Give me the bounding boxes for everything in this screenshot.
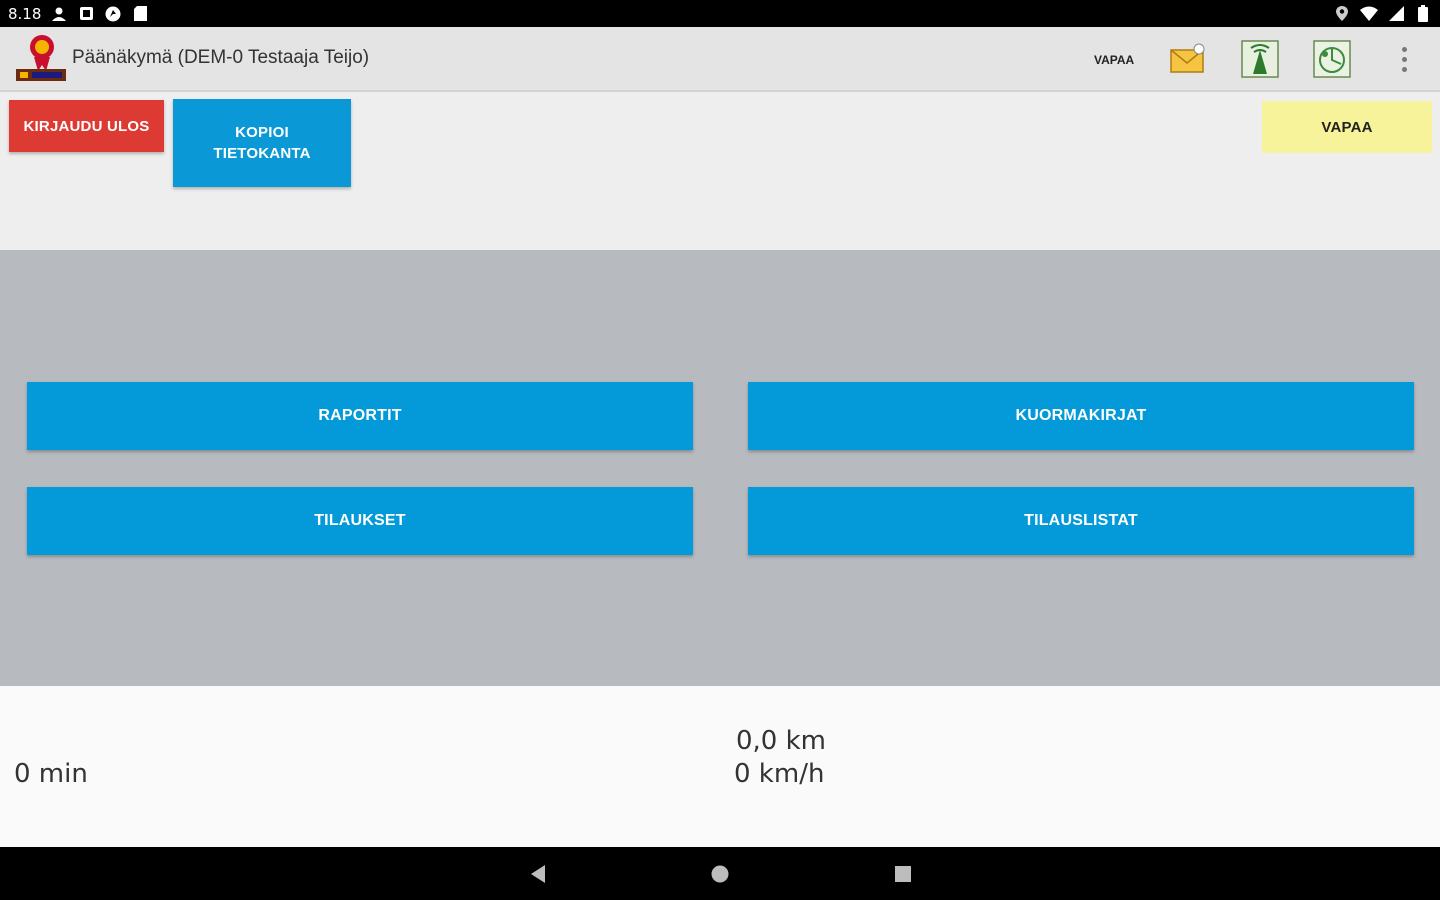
main-menu-area: RAPORTIT KUORMAKIRJAT TILAUKSET TILAUSLI… [0,250,1440,686]
app-icon [104,5,122,23]
logout-button[interactable]: KIRJAUDU ULOS [9,100,164,152]
trip-duration: 0 min [14,759,88,789]
status-left: 8.18 [8,5,149,23]
waybills-button[interactable]: KUORMAKIRJAT [748,382,1414,450]
recents-icon[interactable] [890,861,916,887]
app-bar: Päänäkymä (DEM-0 Testaaja Teijo) VAPAA [0,27,1440,92]
sd-card-icon [131,5,149,23]
app-logo-icon [12,31,68,87]
overflow-menu-icon[interactable] [1392,41,1416,77]
battery-icon [1414,5,1432,23]
gps-icon[interactable] [1313,40,1351,78]
navigation-bar [0,847,1440,900]
back-icon[interactable] [525,861,551,887]
mail-icon[interactable] [1168,40,1206,78]
top-action-area: KIRJAUDU ULOS KOPIOI TIETOKANTA VAPAA [0,92,1440,250]
status-right [1333,5,1432,23]
trip-info-area: 0 min 0,0 km 0 km/h [0,686,1440,847]
order-lists-button[interactable]: TILAUSLISTAT [748,487,1414,555]
reports-button[interactable]: RAPORTIT [27,382,693,450]
trip-distance: 0,0 km [736,726,826,756]
status-time: 8.18 [8,4,42,23]
person-icon [50,5,68,23]
current-speed: 0 km/h [734,759,825,789]
copy-database-button[interactable]: KOPIOI TIETOKANTA [173,99,351,187]
page-title: Päänäkymä (DEM-0 Testaaja Teijo) [72,47,370,68]
notification-icon [77,5,95,23]
antenna-icon[interactable] [1241,40,1279,78]
signal-icon [1387,5,1405,23]
wifi-icon [1360,5,1378,23]
location-icon [1333,5,1351,23]
driver-status-button[interactable]: VAPAA [1262,101,1432,153]
appbar-status-label: VAPAA [1094,53,1135,67]
orders-button[interactable]: TILAUKSET [27,487,693,555]
home-icon[interactable] [707,861,733,887]
status-bar: 8.18 [0,0,1440,27]
